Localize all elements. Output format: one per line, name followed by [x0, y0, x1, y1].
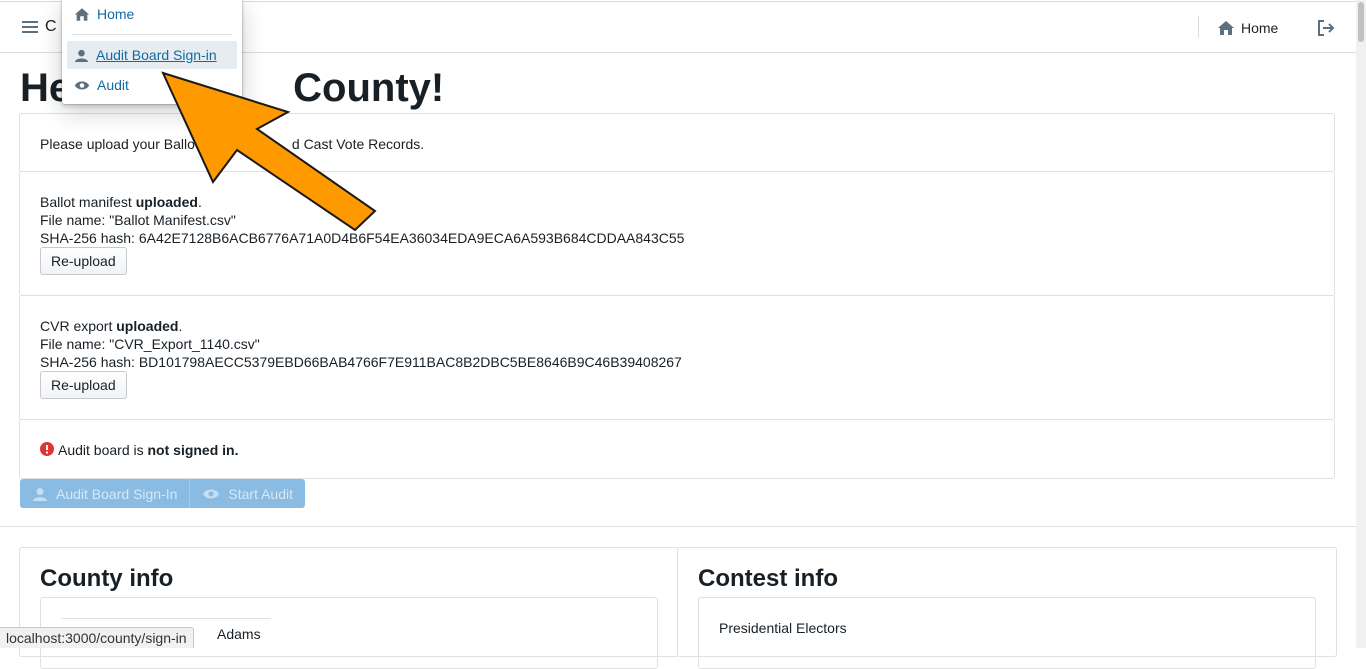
- cvr-export-hash: SHA-256 hash: BD101798AECC5379EBD66BAB47…: [40, 354, 682, 370]
- audit-board-status-card: Audit board is not signed in.: [19, 419, 1335, 479]
- start-audit-label: Start Audit: [228, 485, 293, 502]
- menu-divider: [72, 34, 232, 35]
- person-icon: [33, 487, 47, 501]
- scrollbar-thumb[interactable]: [1358, 2, 1364, 42]
- hamburger-menu-icon[interactable]: [21, 18, 39, 36]
- ballot-manifest-reupload-button[interactable]: Re-upload: [40, 247, 127, 275]
- county-name-value: Adams: [217, 626, 261, 642]
- audit-action-buttons: Audit Board Sign-In Start Audit: [20, 479, 305, 508]
- section-divider: [0, 526, 1356, 527]
- home-icon: [1218, 21, 1234, 35]
- browser-status-bar: localhost:3000/county/sign-in: [0, 627, 194, 648]
- menu-item-audit-board-sign-in-label: Audit Board Sign-in: [96, 47, 217, 63]
- contest-info-panel: Contest info Presidential Electors: [677, 547, 1337, 669]
- person-icon: [75, 49, 88, 62]
- logout-icon[interactable]: [1317, 19, 1335, 40]
- cvr-export-card: CVR export uploaded. File name: "CVR_Exp…: [19, 295, 1335, 420]
- county-info-title: County info: [40, 565, 174, 592]
- contest-info-list: Presidential Electors: [698, 597, 1316, 669]
- navbar-brand: C: [45, 18, 57, 35]
- menu-item-audit-board-sign-in[interactable]: Audit Board Sign-in: [67, 41, 237, 69]
- cvr-export-file-name: File name: "CVR_Export_1140.csv": [40, 336, 260, 352]
- table-divider: [61, 618, 271, 619]
- navbar-home-label: Home: [1241, 20, 1279, 36]
- eye-icon: [74, 81, 90, 89]
- warning-icon: [40, 442, 54, 456]
- start-audit-button[interactable]: Start Audit: [190, 479, 305, 508]
- eye-icon: [203, 489, 220, 498]
- menu-item-home-label: Home: [97, 6, 135, 22]
- audit-board-sign-in-label: Audit Board Sign-In: [56, 485, 178, 502]
- home-icon: [74, 7, 90, 21]
- page-scrollbar[interactable]: [1356, 0, 1366, 648]
- contest-name: Presidential Electors: [719, 620, 847, 636]
- navbar-home-button[interactable]: Home: [1217, 16, 1278, 40]
- annotation-arrow-icon: [161, 71, 377, 232]
- navbar-divider: [1198, 16, 1199, 38]
- contest-info-title: Contest info: [698, 565, 838, 592]
- cvr-export-status: CVR export uploaded.: [40, 318, 183, 334]
- menu-item-audit-label: Audit: [97, 77, 129, 93]
- audit-board-status-text: Audit board is not signed in.: [58, 442, 239, 458]
- audit-board-sign-in-button[interactable]: Audit Board Sign-In: [20, 479, 191, 508]
- cvr-export-reupload-button[interactable]: Re-upload: [40, 371, 127, 399]
- menu-item-home[interactable]: Home: [67, 0, 237, 28]
